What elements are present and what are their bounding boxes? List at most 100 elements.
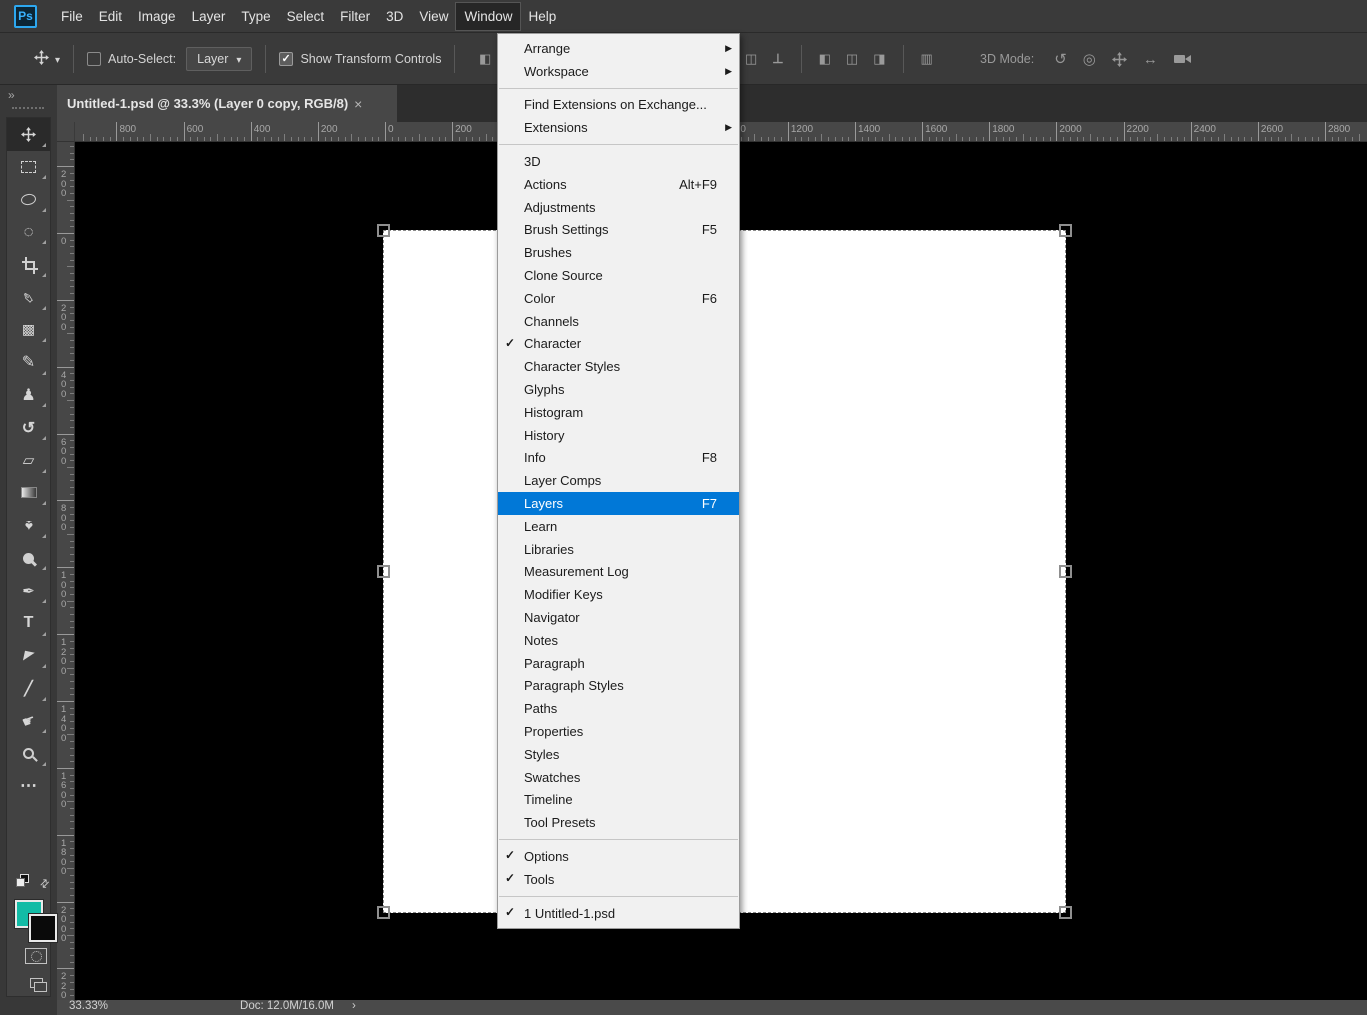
pan-3d-icon[interactable] xyxy=(1112,52,1127,67)
menu-item-extensions[interactable]: Extensions▶ xyxy=(498,116,739,139)
screen-mode-icon[interactable] xyxy=(30,978,43,988)
history-brush-tool[interactable]: ↺ xyxy=(7,411,50,444)
menubar-item-image[interactable]: Image xyxy=(130,3,184,30)
menu-item-1-untitled-1-psd[interactable]: ✓1 Untitled-1.psd xyxy=(498,902,739,925)
eraser-tool[interactable]: ▱ xyxy=(7,444,50,477)
quick-mask-icon[interactable] xyxy=(25,948,47,964)
menu-item-clone-source[interactable]: Clone Source xyxy=(498,264,739,287)
brush-tool[interactable]: ✎ xyxy=(7,346,50,379)
eyedropper-tool[interactable]: ✑ xyxy=(7,281,50,314)
chevron-down-icon[interactable]: ▾ xyxy=(55,52,60,66)
menu-item-modifier-keys[interactable]: Modifier Keys xyxy=(498,583,739,606)
menu-item-find-extensions-on-exchange-[interactable]: Find Extensions on Exchange... xyxy=(498,94,739,117)
camera-3d-icon[interactable] xyxy=(1174,55,1185,63)
menu-item-character-styles[interactable]: Character Styles xyxy=(498,355,739,378)
path-selection-tool[interactable]: ◤ xyxy=(7,640,50,673)
crop-tool[interactable] xyxy=(7,248,50,281)
menu-item-measurement-log[interactable]: Measurement Log xyxy=(498,561,739,584)
menu-item-styles[interactable]: Styles xyxy=(498,743,739,766)
clone-stamp-tool[interactable]: ♟ xyxy=(7,379,50,412)
menu-item-history[interactable]: History xyxy=(498,424,739,447)
collapse-icon[interactable]: » xyxy=(8,88,15,102)
align-left-edges-icon[interactable]: ◧ xyxy=(479,51,491,67)
auto-select-mode-dropdown[interactable]: Layer ▾ xyxy=(186,47,252,71)
gradient-tool[interactable] xyxy=(7,477,50,510)
menu-item-glyphs[interactable]: Glyphs xyxy=(498,378,739,401)
menu-item-color[interactable]: ColorF6 xyxy=(498,287,739,310)
menu-item-adjustments[interactable]: Adjustments xyxy=(498,196,739,219)
menubar-item-3d[interactable]: 3D xyxy=(378,3,411,30)
menu-item-info[interactable]: InfoF8 xyxy=(498,447,739,470)
menu-item-layers[interactable]: LayersF7 xyxy=(498,492,739,515)
dodge-tool[interactable] xyxy=(7,542,50,575)
menu-item-paths[interactable]: Paths xyxy=(498,697,739,720)
menu-item-brush-settings[interactable]: Brush SettingsF5 xyxy=(498,219,739,242)
menu-item-swatches[interactable]: Swatches xyxy=(498,766,739,789)
menubar-item-file[interactable]: File xyxy=(53,3,91,30)
menubar-item-layer[interactable]: Layer xyxy=(184,3,234,30)
close-tab-icon[interactable]: × xyxy=(354,96,362,112)
menu-item-tools[interactable]: ✓Tools xyxy=(498,868,739,891)
type-tool[interactable]: T xyxy=(7,607,50,640)
menu-item-tool-presets[interactable]: Tool Presets xyxy=(498,811,739,834)
auto-select-checkbox[interactable] xyxy=(87,52,101,66)
transform-handle-bottom-right[interactable] xyxy=(1059,906,1072,919)
default-colors-icon[interactable] xyxy=(16,874,30,888)
menu-item-actions[interactable]: ActionsAlt+F9 xyxy=(498,173,739,196)
background-color-swatch[interactable] xyxy=(29,914,57,942)
menubar-item-type[interactable]: Type xyxy=(233,3,278,30)
lasso-tool[interactable] xyxy=(7,183,50,216)
vertical-ruler[interactable]: 2 0 002 0 04 0 06 0 08 0 01 0 0 01 2 0 0… xyxy=(57,142,75,1015)
menu-item-brushes[interactable]: Brushes xyxy=(498,241,739,264)
rectangular-marquee-tool[interactable] xyxy=(7,151,50,184)
orbit-3d-icon[interactable]: ↺ xyxy=(1054,50,1067,68)
menu-item-histogram[interactable]: Histogram xyxy=(498,401,739,424)
swap-colors-icon[interactable]: ⇄ xyxy=(40,874,49,892)
menubar-item-view[interactable]: View xyxy=(411,3,456,30)
spot-healing-brush-tool[interactable]: ▩ xyxy=(7,314,50,347)
menubar-item-edit[interactable]: Edit xyxy=(91,3,130,30)
chevron-down-icon[interactable]: ▾ xyxy=(55,55,60,66)
slide-3d-icon[interactable]: ↔ xyxy=(1143,51,1158,68)
distribute-centers-icon[interactable]: ◫ xyxy=(846,51,858,67)
menu-item-notes[interactable]: Notes xyxy=(498,629,739,652)
zoom-tool[interactable] xyxy=(7,737,50,770)
rotate-view-tool[interactable]: ☛ xyxy=(7,705,50,738)
show-transform-controls-checkbox[interactable] xyxy=(279,52,293,66)
menubar-item-filter[interactable]: Filter xyxy=(332,3,378,30)
menu-item-3d[interactable]: 3D xyxy=(498,150,739,173)
distribute-spacing-icon[interactable]: ▥ xyxy=(921,51,933,67)
distribute-right-edges-icon[interactable]: ◨ xyxy=(873,51,885,67)
menu-item-properties[interactable]: Properties xyxy=(498,720,739,743)
menubar-item-select[interactable]: Select xyxy=(279,3,333,30)
menu-item-navigator[interactable]: Navigator xyxy=(498,606,739,629)
document-tab[interactable]: Untitled-1.psd @ 33.3% (Layer 0 copy, RG… xyxy=(57,85,397,122)
transform-handle-middle-right[interactable] xyxy=(1059,565,1072,578)
menu-item-channels[interactable]: Channels xyxy=(498,310,739,333)
align-bottom-edges-icon[interactable]: ⊥ xyxy=(772,51,783,67)
edit-toolbar[interactable]: ⋯ xyxy=(7,770,50,803)
menu-item-paragraph[interactable]: Paragraph xyxy=(498,652,739,675)
menu-item-workspace[interactable]: Workspace▶ xyxy=(498,60,739,83)
move-tool[interactable] xyxy=(7,118,50,151)
quick-selection-tool[interactable]: ◌ xyxy=(7,216,50,249)
menubar-item-help[interactable]: Help xyxy=(520,3,564,30)
menubar-item-window[interactable]: Window xyxy=(456,3,520,30)
menu-item-paragraph-styles[interactable]: Paragraph Styles xyxy=(498,675,739,698)
menu-item-libraries[interactable]: Libraries xyxy=(498,538,739,561)
menu-item-options[interactable]: ✓Options xyxy=(498,845,739,868)
collapse-panel-icon[interactable]: » xyxy=(8,88,15,102)
menu-item-arrange[interactable]: Arrange▶ xyxy=(498,37,739,60)
transform-handle-middle-left[interactable] xyxy=(377,565,390,578)
menu-item-character[interactable]: ✓Character xyxy=(498,333,739,356)
distribute-left-edges-icon[interactable]: ◧ xyxy=(819,51,831,67)
transform-handle-top-right[interactable] xyxy=(1059,224,1072,237)
menu-item-layer-comps[interactable]: Layer Comps xyxy=(498,469,739,492)
transform-handle-top-left[interactable] xyxy=(377,224,390,237)
transform-handle-bottom-left[interactable] xyxy=(377,906,390,919)
menu-item-learn[interactable]: Learn xyxy=(498,515,739,538)
blur-tool[interactable]: ♠ xyxy=(7,509,50,542)
menu-item-timeline[interactable]: Timeline xyxy=(498,789,739,812)
align-vertical-centers-icon[interactable]: ◫ xyxy=(745,51,757,67)
roll-3d-icon[interactable]: ◎ xyxy=(1083,50,1096,68)
